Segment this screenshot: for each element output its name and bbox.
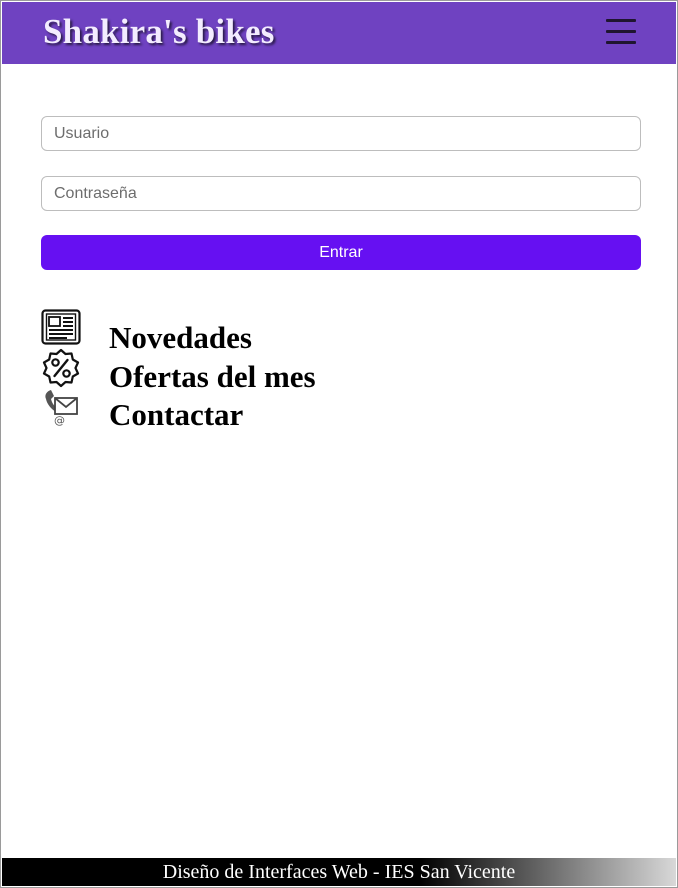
phone-mail-icon: @ xyxy=(41,387,81,427)
nav-item-label: Ofertas del mes xyxy=(109,359,316,394)
menu-bar xyxy=(606,19,636,22)
newspaper-icon xyxy=(41,309,81,349)
nav-item-label: Novedades xyxy=(109,320,252,355)
username-input[interactable] xyxy=(42,117,640,150)
login-button[interactable]: Entrar xyxy=(41,235,641,270)
discount-badge-icon xyxy=(41,348,81,388)
site-title[interactable]: Shakira's bikes xyxy=(43,14,275,49)
menu-bar xyxy=(606,41,636,44)
username-field-wrapper xyxy=(41,116,641,151)
svg-text:@: @ xyxy=(54,414,65,427)
hamburger-menu-icon[interactable] xyxy=(606,18,638,46)
password-field-wrapper xyxy=(41,176,641,211)
menu-bar xyxy=(606,30,636,33)
nav-item-label: Contactar xyxy=(109,397,244,432)
password-input[interactable] xyxy=(42,177,640,210)
footer-text: Diseño de Interfaces Web - IES San Vicen… xyxy=(162,860,516,883)
page-frame: Shakira's bikes Entrar xyxy=(0,0,678,888)
page-footer: Diseño de Interfaces Web - IES San Vicen… xyxy=(2,858,676,886)
top-navbar: Shakira's bikes xyxy=(2,2,676,64)
